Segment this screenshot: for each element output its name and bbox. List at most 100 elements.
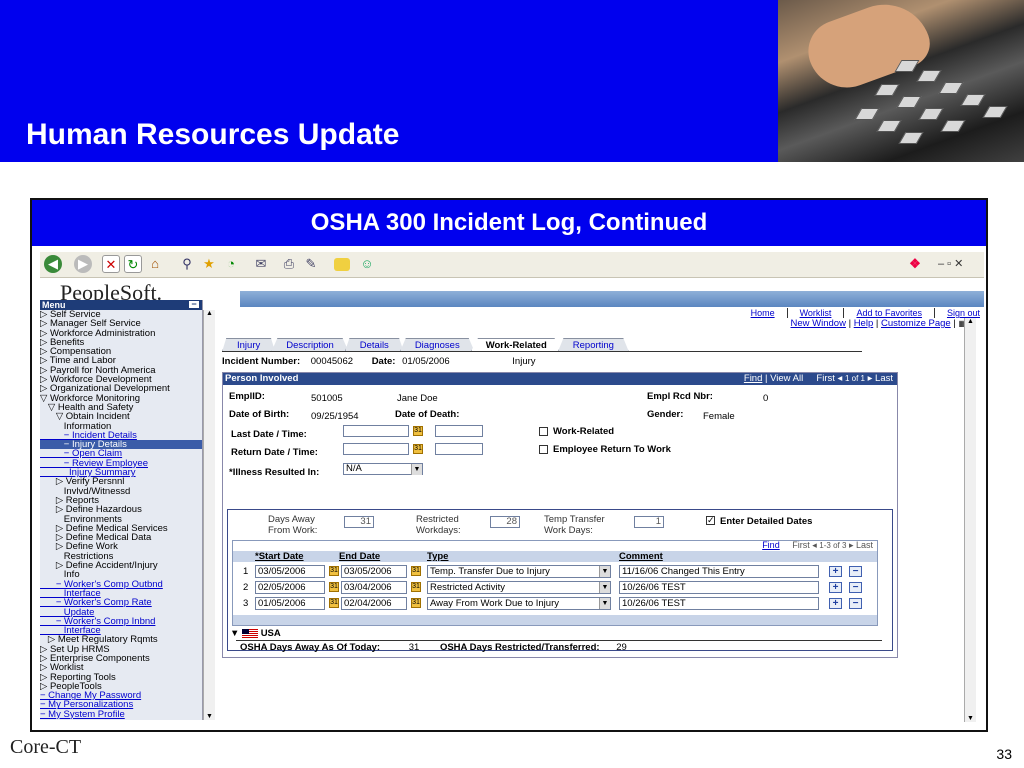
calendar-icon[interactable]: 31 xyxy=(411,598,421,608)
back-icon[interactable]: ◀ xyxy=(44,255,62,273)
dropdown-arrow-icon[interactable]: ▼ xyxy=(599,582,610,593)
calendar-icon[interactable]: 31 xyxy=(413,444,423,454)
grid-cell-end[interactable]: 03/04/2006 xyxy=(341,581,407,594)
calendar-icon[interactable]: 31 xyxy=(413,426,423,436)
print-icon[interactable]: ⎙ xyxy=(280,255,298,273)
dropdown-arrow-icon[interactable]: ▼ xyxy=(599,566,610,577)
gender-label: Gender: xyxy=(647,409,684,420)
grid-cell-start[interactable]: 02/05/2006 xyxy=(255,581,325,594)
history-icon[interactable]: ◔ xyxy=(222,255,240,273)
restricted-input[interactable]: 28 xyxy=(490,516,520,528)
incident-type: Injury xyxy=(512,356,536,367)
divider xyxy=(236,640,882,641)
calendar-icon[interactable]: 31 xyxy=(411,566,421,576)
tab-work-related[interactable]: Work-Related xyxy=(470,338,562,352)
page-scrollbar[interactable]: ▲ ▼ xyxy=(964,318,976,722)
menu-scrollbar[interactable]: ▲ ▼ xyxy=(203,310,215,720)
grid-cell-end[interactable]: 02/04/2006 xyxy=(341,597,407,610)
grid-cell-comment[interactable]: 11/16/06 Changed This Entry xyxy=(619,565,819,578)
key xyxy=(896,96,922,108)
osha-away-value: 31 xyxy=(408,642,420,653)
illness-select[interactable]: N/A ▼ xyxy=(343,463,423,475)
dob-value: 09/25/1954 xyxy=(311,411,359,422)
grid-cell-type[interactable]: Temp. Transfer Due to Injury ▼ xyxy=(427,565,611,578)
add-row-icon[interactable]: + xyxy=(829,566,842,577)
dob-label: Date of Birth: xyxy=(229,409,290,420)
tab-details[interactable]: Details xyxy=(344,338,404,352)
find-link[interactable]: Find xyxy=(744,373,762,384)
refresh-icon[interactable]: ↻ xyxy=(124,255,142,273)
stop-icon[interactable]: ✕ xyxy=(102,255,120,273)
key xyxy=(876,120,902,132)
grid-cell-type[interactable]: Away From Work Due to Injury ▼ xyxy=(427,597,611,610)
delete-row-icon[interactable]: − xyxy=(849,582,862,593)
employee-return-checkbox[interactable] xyxy=(539,445,548,454)
mail-icon[interactable]: ✉ xyxy=(252,255,270,273)
help-link[interactable]: Help xyxy=(854,318,874,329)
return-date-input[interactable] xyxy=(343,443,409,455)
expand-icon[interactable]: ▼ xyxy=(230,628,239,639)
grid-cell-start[interactable]: 03/05/2006 xyxy=(255,565,325,578)
add-row-icon[interactable]: + xyxy=(829,582,842,593)
key xyxy=(938,82,964,94)
customize-page-link[interactable]: Customize Page xyxy=(881,318,951,329)
nav-home[interactable]: Home xyxy=(739,308,788,318)
temp-transfer-input[interactable]: 1 xyxy=(634,516,664,528)
calendar-icon[interactable]: 31 xyxy=(411,582,421,592)
col-start-date[interactable]: *Start Date xyxy=(255,551,304,562)
menu-item[interactable]: − My System Profile xyxy=(40,709,202,719)
col-end-date[interactable]: End Date xyxy=(339,551,380,562)
key xyxy=(854,108,880,120)
calendar-icon[interactable]: 31 xyxy=(329,598,339,608)
nav-worklist[interactable]: Worklist xyxy=(788,308,845,318)
delete-row-icon[interactable]: − xyxy=(849,598,862,609)
dropdown-arrow-icon[interactable]: ▼ xyxy=(599,598,610,609)
view-all-link[interactable]: View All xyxy=(770,373,803,384)
return-time-input[interactable] xyxy=(435,443,483,455)
grid-cell-type[interactable]: Restricted Activity ▼ xyxy=(427,581,611,594)
search-icon[interactable]: ⚲ xyxy=(178,255,196,273)
prev-icon[interactable]: ◂ xyxy=(838,373,843,384)
tab-injury[interactable]: Injury xyxy=(222,338,276,352)
col-comment[interactable]: Comment xyxy=(619,551,663,562)
add-row-icon[interactable]: + xyxy=(829,598,842,609)
prev-icon[interactable]: ◂ xyxy=(812,540,817,550)
grid-cell-comment[interactable]: 10/26/06 TEST xyxy=(619,581,819,594)
col-type[interactable]: Type xyxy=(427,551,448,562)
days-away-input[interactable]: 31 xyxy=(344,516,374,528)
forward-icon[interactable]: ▶ xyxy=(74,255,92,273)
us-flag-icon xyxy=(242,628,259,638)
work-related-checkbox[interactable] xyxy=(539,427,548,436)
country-label: USA xyxy=(260,628,281,639)
calendar-icon[interactable]: 31 xyxy=(329,582,339,592)
window-controls[interactable]: – ▫ ✕ xyxy=(938,257,963,270)
calendar-icon[interactable]: 31 xyxy=(329,566,339,576)
nav-sign-out[interactable]: Sign out xyxy=(935,308,980,318)
nav-add-favorites[interactable]: Add to Favorites xyxy=(844,308,935,318)
edit-icon[interactable]: ✎ xyxy=(302,255,320,273)
delete-row-icon[interactable]: − xyxy=(849,566,862,577)
grid-find-link[interactable]: Find xyxy=(762,540,780,550)
first-label: First xyxy=(816,373,835,384)
tab-bar: Injury Description Details Diagnoses Wor… xyxy=(222,338,629,352)
collapse-icon[interactable]: − xyxy=(189,300,199,309)
next-icon[interactable]: ▸ xyxy=(849,540,854,550)
peoplesoft-banner xyxy=(240,291,984,307)
home-icon[interactable]: ⌂ xyxy=(146,255,164,273)
dropdown-arrow-icon[interactable]: ▼ xyxy=(411,464,422,475)
new-window-link[interactable]: New Window xyxy=(791,318,846,329)
last-time-input[interactable] xyxy=(435,425,483,437)
last-date-input[interactable] xyxy=(343,425,409,437)
folder-icon[interactable] xyxy=(334,258,350,271)
grid-cell-end[interactable]: 03/05/2006 xyxy=(341,565,407,578)
tab-diagnoses[interactable]: Diagnoses xyxy=(399,338,475,352)
tab-reporting[interactable]: Reporting xyxy=(557,338,629,352)
grid-cell-start[interactable]: 01/05/2006 xyxy=(255,597,325,610)
next-icon[interactable]: ▸ xyxy=(868,373,873,384)
messenger-icon[interactable]: ☺ xyxy=(358,255,376,273)
enter-dates-checkbox[interactable]: ✓ xyxy=(706,516,715,525)
tab-description[interactable]: Description xyxy=(271,338,349,352)
cell-value: 02/05/2006 xyxy=(258,582,306,593)
grid-cell-comment[interactable]: 10/26/06 TEST xyxy=(619,597,819,610)
favorites-icon[interactable]: ★ xyxy=(200,255,218,273)
